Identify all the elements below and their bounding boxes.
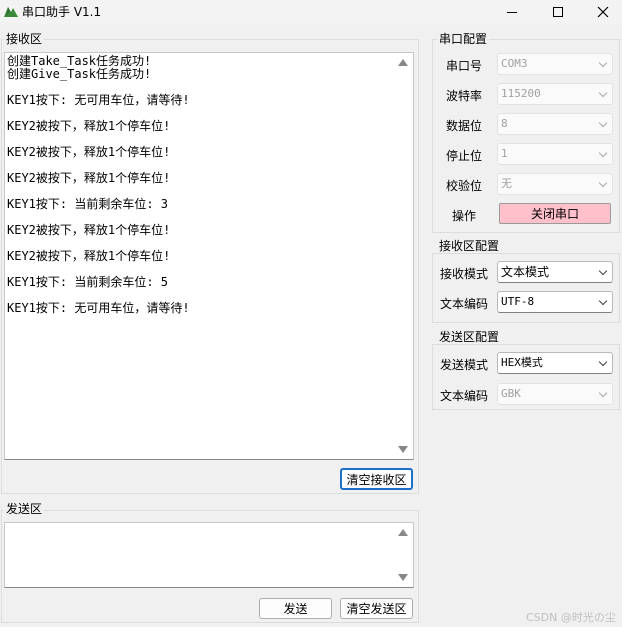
scroll-down-icon[interactable] <box>398 446 408 453</box>
receive-line: KEY2被按下，释放1个停车位! <box>7 171 171 185</box>
chevron-down-icon <box>598 178 608 188</box>
receive-line: 创建Give_Task任务成功! <box>7 67 152 81</box>
stopbits-value: 1 <box>501 147 508 160</box>
send-encoding-select[interactable]: GBK <box>497 383 613 405</box>
baud-value: 115200 <box>501 87 541 100</box>
receive-line: KEY1按下: 当前剩余车位: 3 <box>7 197 169 211</box>
send-mode-label: 发送模式 <box>439 358 488 372</box>
window-title: 串口助手 V1.1 <box>22 5 102 19</box>
parity-label: 校验位 <box>445 179 482 193</box>
receive-mode-label: 接收模式 <box>439 267 488 281</box>
maximize-button[interactable] <box>535 0 581 24</box>
send-group-title: 发送区 <box>4 502 45 516</box>
parity-value: 无 <box>501 177 512 190</box>
baud-select[interactable]: 115200 <box>497 83 613 105</box>
minimize-button[interactable] <box>489 0 535 24</box>
minimize-icon <box>507 11 517 13</box>
close-icon <box>597 6 609 18</box>
stopbits-label: 停止位 <box>445 149 482 163</box>
scroll-up-icon[interactable] <box>398 529 408 536</box>
receive-mode-select[interactable]: 文本模式 <box>497 261 613 283</box>
send-mode-select[interactable]: HEX模式 <box>497 352 613 374</box>
send-scrollbar[interactable] <box>395 523 411 587</box>
receive-mode-value: 文本模式 <box>501 265 550 279</box>
send-config-title: 发送区配置 <box>437 330 502 344</box>
databits-value: 8 <box>501 117 508 130</box>
chevron-down-icon <box>598 148 608 158</box>
app-logo-icon <box>4 7 18 17</box>
send-textarea[interactable] <box>4 522 414 588</box>
stopbits-select[interactable]: 1 <box>497 143 613 165</box>
chevron-down-icon <box>598 118 608 128</box>
clear-send-button[interactable]: 清空发送区 <box>340 598 413 619</box>
maximize-icon <box>553 7 563 17</box>
chevron-down-icon <box>598 357 608 367</box>
send-encoding-value: GBK <box>501 387 521 400</box>
receive-line: KEY1按下: 无可用车位，请等待! <box>7 301 190 315</box>
send-encoding-label: 文本编码 <box>439 389 488 403</box>
close-window-button[interactable] <box>580 0 622 24</box>
receive-line: KEY2被按下，释放1个停车位! <box>7 119 171 133</box>
databits-label: 数据位 <box>445 119 482 133</box>
chevron-down-icon <box>598 88 608 98</box>
port-label: 串口号 <box>445 59 482 73</box>
receive-line: KEY2被按下，释放1个停车位! <box>7 223 171 237</box>
receive-content: 创建Take_Task任务成功! 创建Give_Task任务成功! KEY1按下: … <box>7 55 395 315</box>
databits-select[interactable]: 8 <box>497 113 613 135</box>
port-select[interactable]: COM3 <box>497 53 613 75</box>
chevron-down-icon <box>598 296 608 306</box>
receive-line: KEY2被按下，释放1个停车位! <box>7 249 171 263</box>
chevron-down-icon <box>598 388 608 398</box>
parity-select[interactable]: 无 <box>497 173 613 195</box>
scroll-up-icon[interactable] <box>398 59 408 66</box>
watermark: CSDN @时光の尘 <box>526 611 616 624</box>
operation-label: 操作 <box>451 209 476 223</box>
close-port-button[interactable]: 关闭串口 <box>499 203 611 224</box>
send-mode-value: HEX模式 <box>501 356 543 369</box>
chevron-down-icon <box>598 58 608 68</box>
title-bar: 串口助手 V1.1 <box>0 0 622 24</box>
receive-line: KEY2被按下，释放1个停车位! <box>7 145 171 159</box>
receive-textarea[interactable]: 创建Take_Task任务成功! 创建Give_Task任务成功! KEY1按下: … <box>4 52 414 460</box>
receive-line: KEY1按下: 当前剩余车位: 5 <box>7 275 169 289</box>
serial-config-title: 串口配置 <box>437 32 490 46</box>
receive-encoding-label: 文本编码 <box>439 297 488 311</box>
receive-line: KEY1按下: 无可用车位，请等待! <box>7 93 190 107</box>
scroll-down-icon[interactable] <box>398 574 408 581</box>
send-button[interactable]: 发送 <box>259 598 332 619</box>
receive-encoding-select[interactable]: UTF-8 <box>497 291 613 313</box>
receive-encoding-value: UTF-8 <box>501 295 535 308</box>
port-value: COM3 <box>501 57 528 70</box>
chevron-down-icon <box>598 266 608 276</box>
receive-config-title: 接收区配置 <box>437 239 502 253</box>
baud-label: 波特率 <box>445 89 482 103</box>
clear-receive-button[interactable]: 清空接收区 <box>340 468 413 490</box>
receive-group-title: 接收区 <box>4 32 45 46</box>
receive-scrollbar[interactable] <box>395 53 411 459</box>
